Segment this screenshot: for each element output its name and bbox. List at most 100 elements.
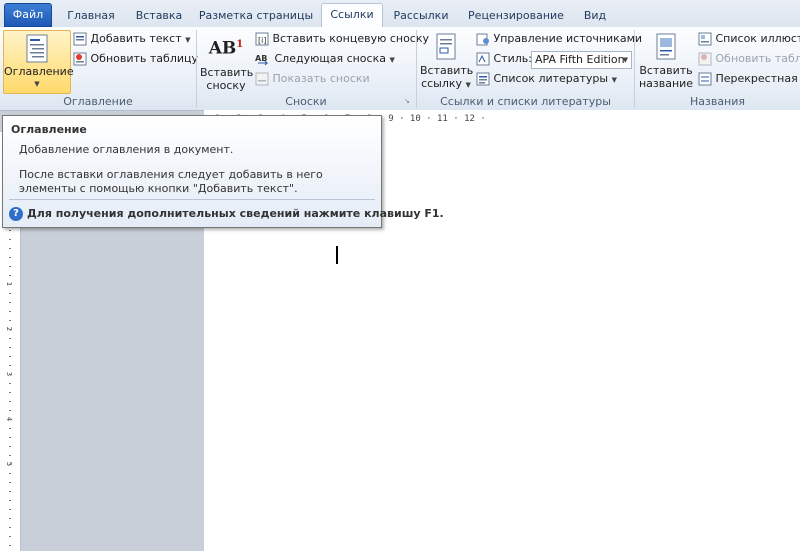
- table-of-figures-label: Список иллюстр: [715, 32, 800, 45]
- next-footnote-button[interactable]: AB Следующая сноска ▼: [255, 50, 395, 68]
- footnote-icon: AB1: [200, 38, 252, 60]
- update-table-icon: [73, 52, 87, 66]
- style-row: Стиль:: [476, 50, 532, 68]
- vertical-ruler-tick: [9, 356, 11, 357]
- tab-view[interactable]: Вид: [578, 6, 612, 26]
- style-select-value: APA Fifth Edition: [535, 53, 625, 66]
- manage-sources-label: Управление источниками: [493, 32, 643, 45]
- insert-endnote-button[interactable]: [i] Вставить концевую сноску: [255, 30, 429, 48]
- toc-button[interactable]: Оглавление ▼: [3, 30, 74, 94]
- add-text-icon: [73, 32, 87, 46]
- style-select[interactable]: APA Fifth Edition ▼: [531, 51, 632, 69]
- vertical-ruler-tick: [9, 311, 11, 312]
- vertical-ruler-tick: [9, 302, 11, 303]
- table-of-figures-icon: [698, 32, 712, 46]
- tooltip-title: Оглавление: [11, 123, 87, 136]
- chevron-down-icon: ▼: [622, 56, 628, 64]
- vertical-ruler-tick: [9, 275, 11, 276]
- tooltip-help: ? Для получения дополнительных сведений н…: [9, 206, 444, 222]
- bibliography-button[interactable]: Список литературы ▼: [476, 70, 617, 88]
- vertical-ruler-tick: [9, 437, 11, 438]
- manage-sources-button[interactable]: Управление источниками: [476, 30, 642, 48]
- tab-references[interactable]: Ссылки: [321, 3, 383, 28]
- tab-page-layout[interactable]: Разметка страницы: [196, 6, 316, 26]
- vertical-ruler-tick: [9, 446, 11, 447]
- footnotes-dialog-launcher[interactable]: ↘: [404, 97, 412, 105]
- svg-text:[i]: [i]: [258, 36, 266, 45]
- tab-insert[interactable]: Вставка: [130, 6, 188, 26]
- vertical-ruler-tick: [9, 320, 11, 321]
- vertical-ruler-tick: [9, 518, 11, 519]
- vertical-ruler-tick: [9, 266, 11, 267]
- toc-tooltip: Оглавление Добавление оглавления в докум…: [2, 115, 444, 228]
- insert-caption-label-1: Вставить: [639, 64, 693, 77]
- update-table-label: Обновить таблицу: [90, 52, 199, 65]
- vertical-ruler-tick: [9, 455, 11, 456]
- insert-citation-button[interactable]: Вставить ссылку ▼: [420, 30, 474, 92]
- endnote-icon: [i]: [255, 32, 269, 46]
- update-figures-table-button[interactable]: Обновить табли: [698, 50, 800, 68]
- vertical-ruler-tick: [9, 482, 11, 483]
- next-footnote-label: Следующая сноска: [274, 52, 386, 65]
- insert-citation-label-2-text: ссылку: [421, 77, 463, 90]
- tooltip-details: После вставки оглавления следует добавит…: [19, 168, 323, 195]
- cross-reference-button[interactable]: Перекрестная сс: [698, 70, 800, 88]
- vertical-ruler-tick: [9, 284, 11, 285]
- vertical-ruler-tick: [9, 293, 11, 294]
- text-cursor: [336, 246, 338, 264]
- tooltip-help-text: Для получения дополнительных сведений на…: [27, 207, 444, 220]
- group-label-captions: Названия: [689, 95, 746, 108]
- footnote-icon-glyph: AB: [208, 38, 237, 59]
- show-notes-icon: [255, 72, 269, 86]
- style-label: Стиль:: [493, 52, 532, 65]
- vertical-ruler-tick: [9, 500, 11, 501]
- chevron-down-icon: ▼: [465, 81, 471, 89]
- vertical-ruler-tick: [9, 473, 11, 474]
- vertical-ruler-tick: [9, 248, 11, 249]
- manage-sources-icon: [476, 33, 489, 46]
- tab-file[interactable]: Файл: [4, 3, 52, 27]
- insert-citation-icon: [436, 33, 456, 60]
- show-notes-button[interactable]: Показать сноски: [255, 70, 370, 88]
- vertical-ruler-tick: [9, 230, 11, 231]
- cross-reference-icon: [698, 72, 712, 86]
- update-table-button[interactable]: Обновить таблицу: [73, 50, 198, 68]
- vertical-ruler-tick: [9, 401, 11, 402]
- insert-citation-label-1: Вставить: [420, 64, 474, 77]
- vertical-ruler-tick: [9, 329, 11, 330]
- tab-mailings[interactable]: Рассылки: [388, 6, 454, 26]
- vertical-ruler-tick: [9, 545, 11, 546]
- insert-caption-icon: [656, 33, 676, 60]
- vertical-ruler-tick: [9, 392, 11, 393]
- vertical-ruler-tick: [9, 536, 11, 537]
- vertical-ruler-tick: [9, 383, 11, 384]
- group-label-toc: Оглавление: [63, 95, 133, 108]
- tooltip-divider: [9, 199, 375, 200]
- footnote-icon-sup: 1: [236, 39, 244, 50]
- update-figures-table-label: Обновить табли: [715, 52, 800, 65]
- tab-home[interactable]: Главная: [58, 6, 124, 26]
- vertical-ruler-tick: [9, 419, 11, 420]
- bibliography-label: Список литературы: [493, 72, 609, 85]
- ribbon: Оглавление ▼ Добавить текст ▼ Обновить т…: [0, 27, 800, 111]
- vertical-ruler-tick: [9, 347, 11, 348]
- show-notes-label: Показать сноски: [272, 72, 370, 85]
- vertical-ruler-tick: [9, 428, 11, 429]
- vertical-ruler-tick: [9, 338, 11, 339]
- update-table-icon: [698, 52, 712, 66]
- chevron-down-icon: ▼: [34, 80, 40, 88]
- group-label-footnotes: Сноски: [285, 95, 327, 108]
- vertical-ruler-tick: [9, 491, 11, 492]
- vertical-ruler-tick: [9, 239, 11, 240]
- insert-footnote-button[interactable]: AB1 Вставить сноску: [200, 30, 253, 92]
- cross-reference-label: Перекрестная сс: [715, 72, 800, 85]
- table-of-figures-button[interactable]: Список иллюстр: [698, 30, 800, 48]
- style-icon: [476, 52, 490, 66]
- add-text-button[interactable]: Добавить текст ▼: [73, 30, 191, 48]
- insert-caption-label-2: название: [638, 77, 694, 90]
- add-text-label: Добавить текст: [90, 32, 182, 45]
- tab-review[interactable]: Рецензирование: [462, 6, 570, 26]
- insert-caption-button[interactable]: Вставить название: [638, 30, 694, 92]
- vertical-ruler-tick: [9, 527, 11, 528]
- chevron-down-icon: ▼: [611, 76, 617, 84]
